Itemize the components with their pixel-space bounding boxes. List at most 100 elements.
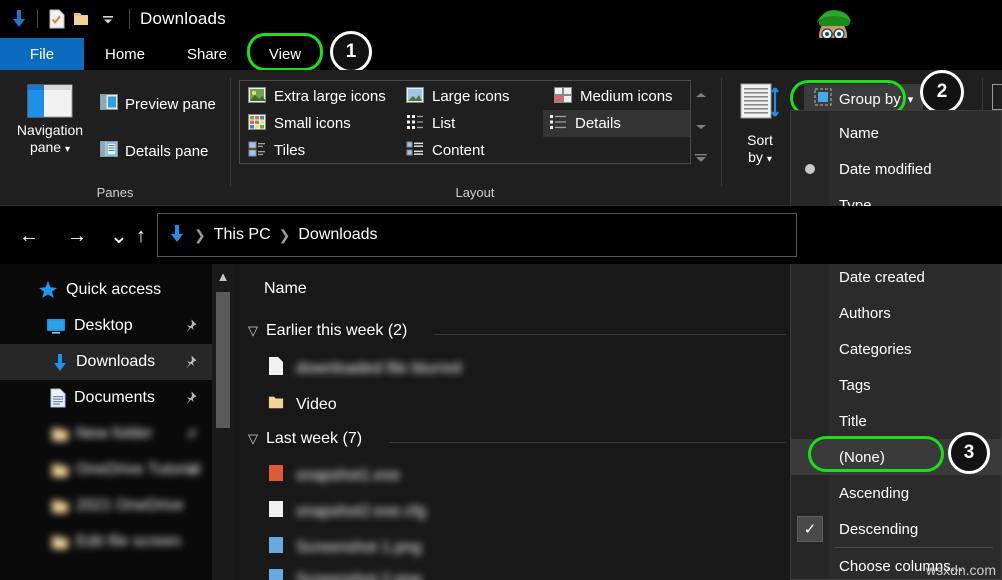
scroll-up-icon[interactable]: ▲ [212, 266, 234, 286]
file-name-6: Screenshot 2.png [296, 571, 421, 580]
file-row-2[interactable]: Video [268, 394, 337, 415]
tab-file-label: File [30, 46, 54, 63]
download-arrow-icon[interactable] [6, 6, 32, 32]
tab-file[interactable]: File [0, 38, 84, 70]
file-name-5: Screenshot 1.png [296, 539, 421, 557]
layout-details[interactable]: Details [543, 110, 690, 137]
tab-view[interactable]: View [250, 38, 320, 70]
tab-share-label: Share [187, 46, 227, 63]
menu-item-date-created[interactable]: Date created [791, 259, 1002, 295]
file-row-1[interactable]: downloaded file blurred [268, 356, 461, 381]
content-icon [406, 141, 424, 161]
sidebar-item-onedrive-tutorial[interactable]: OneDrive Tutorial [0, 452, 212, 488]
menu-item-tags[interactable]: Tags [791, 367, 1002, 403]
menu-item-ascending[interactable]: Ascending [791, 475, 1002, 511]
panes-group-label: Panes [0, 185, 230, 200]
menu-item-ascending-label: Ascending [839, 485, 909, 502]
layout-small-icons[interactable]: Small icons [242, 110, 357, 137]
navigation-pane-button[interactable]: Navigation pane ▾ [12, 84, 88, 170]
breadcrumb[interactable]: ❯ This PC ❯ Downloads [157, 213, 797, 257]
sort-by-button[interactable]: Sort by ▾ [728, 82, 792, 168]
layout-large-icons[interactable]: Large icons [400, 83, 516, 110]
sidebar-item-documents[interactable]: Documents [0, 380, 212, 416]
navigation-pane-scrollbar[interactable]: ▲ [212, 264, 234, 580]
file-name-1: downloaded file blurred [296, 360, 461, 378]
folder-icon[interactable] [69, 6, 95, 32]
sidebar-item-2021-onedrive[interactable]: 2021 OneDrive [0, 488, 212, 524]
sidebar-item-downloads[interactable]: Downloads [0, 344, 212, 380]
layout-tiles[interactable]: Tiles [242, 137, 311, 164]
forward-button[interactable]: → [62, 222, 92, 250]
navigation-pane-icon [27, 84, 73, 118]
qat-dropdown-icon[interactable] [95, 6, 121, 32]
menu-item-categories-label: Categories [839, 341, 912, 358]
sidebar-item-new-folder[interactable]: New folder [0, 416, 212, 452]
layout-list[interactable]: List [400, 110, 461, 137]
file-row-5[interactable]: Screenshot 1.png [268, 536, 421, 559]
group-by-dropdown-menu: Name Date modified Type Size Date create… [790, 110, 1002, 580]
menu-item-name[interactable]: Name [791, 115, 1002, 151]
up-button[interactable]: ↑ [126, 222, 156, 250]
callout-badge-3-number: 3 [964, 442, 975, 464]
file-row-4[interactable]: snapshot2.exe.cfg [268, 500, 426, 523]
title-divider [129, 9, 130, 29]
menu-item-categories[interactable]: Categories [791, 331, 1002, 367]
breadcrumb-downloads[interactable]: Downloads [298, 226, 377, 244]
chevron-down-icon[interactable]: ▾ [767, 154, 772, 165]
file-row-3[interactable]: snapshot1.exe [268, 464, 400, 487]
pin-icon[interactable] [182, 318, 198, 334]
scrollbar-thumb[interactable] [216, 292, 230, 428]
breadcrumb-this-pc[interactable]: This PC [214, 226, 271, 244]
preview-pane-button[interactable]: Preview pane [100, 94, 216, 115]
document-check-icon[interactable] [43, 6, 69, 32]
large-icons-icon [406, 87, 424, 107]
menu-item-authors[interactable]: Authors [791, 295, 1002, 331]
breadcrumb-separator-2: ❯ [279, 227, 291, 244]
sidebar-item-quick-access[interactable]: Quick access [0, 272, 212, 308]
file-row-6[interactable]: Screenshot 2.png [268, 568, 421, 580]
layout-gallery-scroll[interactable] [693, 84, 709, 170]
details-pane-button[interactable]: Details pane [100, 141, 208, 162]
pin-icon[interactable] [182, 354, 198, 370]
sort-by-label-l1: Sort [747, 132, 773, 148]
gallery-scroll-down-icon[interactable] [693, 116, 709, 138]
menu-item-date-modified[interactable]: Date modified [791, 151, 1002, 187]
pin-icon[interactable] [182, 390, 198, 406]
file-name-2: Video [296, 396, 337, 414]
back-button[interactable]: ← [14, 222, 44, 250]
layout-extra-large-icons[interactable]: Extra large icons [242, 83, 392, 110]
layout-content[interactable]: Content [400, 137, 491, 164]
sort-by-label: Sort by ▾ [747, 132, 773, 168]
pin-icon[interactable] [182, 462, 198, 478]
breadcrumb-separator-1: ❯ [194, 227, 206, 244]
column-header-name[interactable]: Name [264, 280, 307, 298]
add-columns-button-partial[interactable] [992, 84, 1002, 110]
file-group-header-earlier-this-week[interactable]: ▽ Earlier this week (2) [248, 322, 407, 340]
sidebar-item-edit-file-screen[interactable]: Edit file screen [0, 524, 212, 560]
download-icon [50, 352, 70, 372]
layout-small-icons-label: Small icons [274, 115, 351, 132]
gallery-expand-icon[interactable] [693, 148, 709, 170]
chevron-down-icon[interactable]: ▽ [248, 323, 258, 339]
chevron-down-icon[interactable]: ▽ [248, 431, 258, 447]
sidebar-item-desktop[interactable]: Desktop [0, 308, 212, 344]
pin-icon[interactable] [182, 426, 198, 442]
file-group-header-last-week[interactable]: ▽ Last week (7) [248, 430, 362, 448]
gallery-scroll-up-icon[interactable] [693, 84, 709, 106]
sidebar-item-documents-label: Documents [74, 389, 155, 407]
file-name-4: snapshot2.exe.cfg [296, 503, 426, 521]
group-rule-1 [434, 334, 786, 335]
callout-badge-3: 3 [948, 432, 990, 474]
menu-item-date-created-label: Date created [839, 269, 925, 286]
tiles-icon [248, 141, 266, 161]
tab-share[interactable]: Share [166, 38, 248, 70]
chevron-down-icon[interactable]: ▾ [65, 144, 70, 155]
chevron-down-icon[interactable]: ▾ [908, 93, 914, 106]
tab-home[interactable]: Home [84, 38, 166, 70]
sort-by-icon [739, 82, 781, 129]
menu-item-descending[interactable]: ✓ Descending [791, 511, 1002, 547]
qat-separator [37, 10, 38, 28]
layout-medium-icons[interactable]: Medium icons [548, 83, 679, 110]
back-arrow-icon: ← [19, 225, 39, 248]
exe-icon [268, 464, 284, 487]
